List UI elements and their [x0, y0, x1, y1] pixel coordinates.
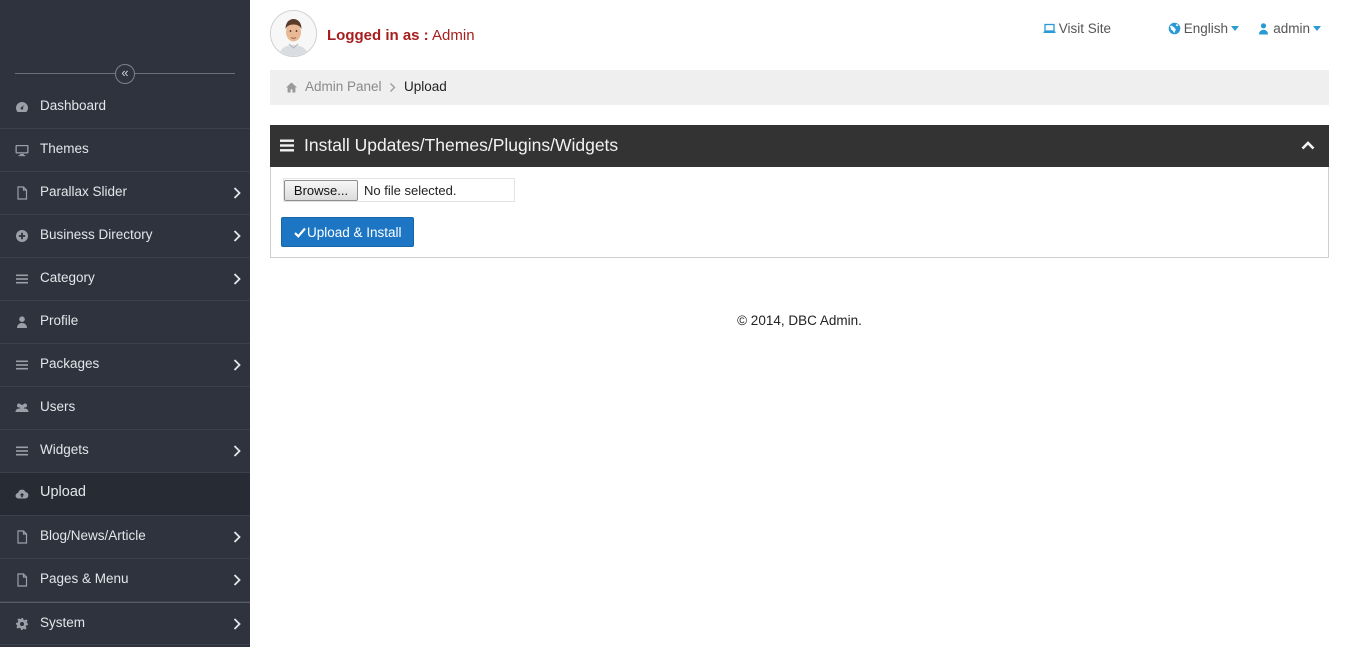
visit-site-label: Visit Site: [1058, 21, 1111, 36]
breadcrumb-current: Upload: [404, 79, 447, 94]
sidebar-item-upload[interactable]: Upload: [0, 473, 250, 516]
file-icon: [15, 573, 29, 587]
upload-install-button[interactable]: Upload & Install: [281, 217, 414, 247]
sidebar-item-label: Upload: [40, 484, 86, 500]
logged-in-indicator: Logged in as : Admin: [327, 27, 475, 44]
sidebar-item-category[interactable]: Category: [0, 258, 250, 301]
footer-copyright: © 2014, DBC Admin.: [737, 313, 862, 328]
desktop-icon: [15, 143, 29, 157]
sidebar-item-label: Widgets: [40, 442, 89, 457]
list-icon: [15, 444, 29, 458]
home-icon: [285, 81, 298, 94]
panel-title: Install Updates/Themes/Plugins/Widgets: [304, 135, 619, 155]
sidebar-item-parallax-slider[interactable]: Parallax Slider: [0, 172, 250, 215]
avatar: [270, 10, 317, 57]
sidebar-item-label: Packages: [40, 356, 100, 371]
gear-icon: [15, 617, 29, 631]
sidebar-item-packages[interactable]: Packages: [0, 344, 250, 387]
collapse-sidebar-button[interactable]: «: [115, 64, 135, 84]
sidebar-item-pages-menu[interactable]: Pages & Menu: [0, 559, 250, 602]
caret-down-icon: [1313, 26, 1321, 31]
caret-down-icon: [1231, 26, 1239, 31]
file-icon: [15, 186, 29, 200]
sidebar: « Dashboard Themes Parallax Slider Busin…: [0, 0, 250, 647]
chevron-right-icon: [232, 573, 242, 587]
sidebar-item-label: Parallax Slider: [40, 184, 128, 199]
breadcrumb-admin-panel[interactable]: Admin Panel: [305, 79, 382, 94]
sidebar-item-label: System: [40, 615, 86, 630]
list-icon: [15, 272, 29, 286]
laptop-icon: [1043, 22, 1056, 35]
user-icon: [1257, 22, 1270, 35]
chevron-right-icon: [232, 229, 242, 243]
language-dropdown[interactable]: English: [1168, 21, 1239, 36]
plus-circle-icon: [15, 229, 29, 243]
sidebar-item-dashboard[interactable]: Dashboard: [0, 86, 250, 129]
cloud-upload-icon: [15, 487, 29, 501]
file-icon: [15, 530, 29, 544]
sidebar-item-label: Themes: [40, 141, 89, 156]
upload-install-label: Upload & Install: [307, 225, 402, 240]
sidebar-nav: Dashboard Themes Parallax Slider Busines…: [0, 86, 250, 645]
sidebar-item-users[interactable]: Users: [0, 387, 250, 430]
chevron-right-icon: [232, 530, 242, 544]
sidebar-item-themes[interactable]: Themes: [0, 129, 250, 172]
list-icon: [15, 358, 29, 372]
visit-site-link[interactable]: Visit Site: [1043, 21, 1111, 36]
chevron-right-icon: [232, 186, 242, 200]
chevron-right-icon: [232, 272, 242, 286]
user-menu-label: admin: [1273, 21, 1310, 36]
sidebar-item-label: Users: [40, 399, 76, 414]
sidebar-item-business-directory[interactable]: Business Directory: [0, 215, 250, 258]
language-label: English: [1183, 21, 1228, 36]
panel-header: Install Updates/Themes/Plugins/Widgets: [270, 125, 1329, 167]
user-dropdown[interactable]: admin: [1257, 21, 1321, 36]
sidebar-item-label: Business Directory: [40, 227, 153, 242]
install-panel: Install Updates/Themes/Plugins/Widgets B…: [270, 125, 1329, 258]
check-icon: [294, 227, 306, 238]
sidebar-item-label: Dashboard: [40, 98, 107, 113]
collapse-panel-icon[interactable]: [1301, 140, 1315, 150]
file-status: No file selected.: [364, 183, 457, 198]
chevron-right-icon: [389, 82, 396, 93]
chevron-right-icon: [232, 358, 242, 372]
browse-button[interactable]: Browse...: [284, 180, 358, 201]
sidebar-item-label: Blog/News/Article: [40, 528, 146, 543]
logged-in-user: Admin: [432, 27, 475, 44]
sidebar-item-blog[interactable]: Blog/News/Article: [0, 516, 250, 559]
sidebar-item-label: Profile: [40, 313, 79, 328]
user-icon: [15, 315, 29, 329]
menu-icon: [280, 139, 294, 152]
users-icon: [15, 401, 29, 415]
sidebar-item-label: Pages & Menu: [40, 571, 129, 586]
sidebar-item-profile[interactable]: Profile: [0, 301, 250, 344]
logged-in-label: Logged in as :: [327, 27, 429, 44]
sidebar-item-widgets[interactable]: Widgets: [0, 430, 250, 473]
breadcrumb: Admin Panel Upload: [270, 70, 1329, 105]
chevron-right-icon: [232, 444, 242, 458]
chevron-right-icon: [232, 617, 242, 631]
file-input[interactable]: Browse... No file selected.: [283, 178, 515, 202]
globe-icon: [1168, 22, 1181, 35]
sidebar-collapse-row: «: [15, 62, 235, 86]
sidebar-item-system[interactable]: System: [0, 602, 250, 645]
dashboard-icon: [15, 100, 29, 114]
sidebar-item-label: Category: [40, 270, 95, 285]
